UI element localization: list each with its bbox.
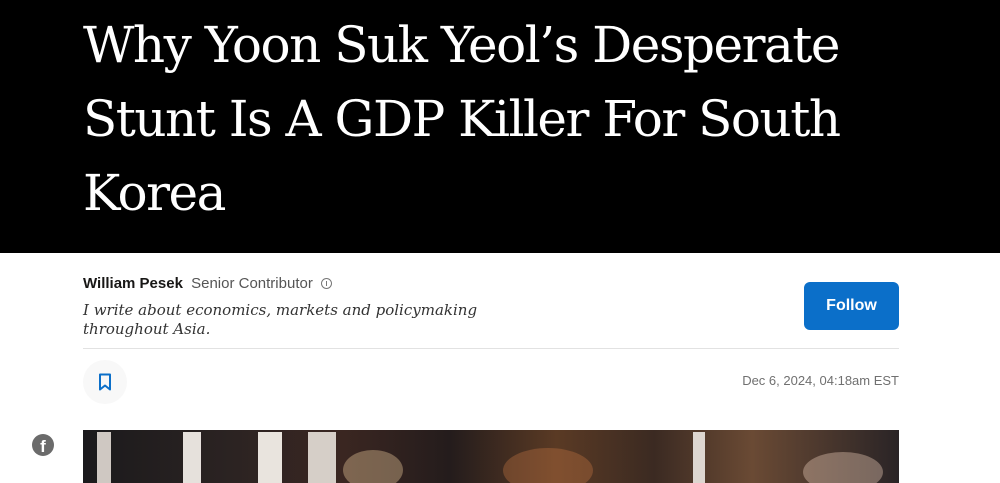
light-glow [343,450,403,483]
author-byline: William Pesek Senior Contributor [83,275,332,292]
bookmark-icon [99,373,111,391]
info-icon[interactable] [321,278,332,289]
flag-shape [308,432,336,483]
publish-timestamp: Dec 6, 2024, 04:18am EST [742,373,899,388]
bookmark-button[interactable] [83,360,127,404]
facebook-icon[interactable]: f [32,434,54,456]
author-name[interactable]: William Pesek [83,275,183,292]
author-bio: I write about economics, markets and pol… [83,301,478,338]
author-title: Senior Contributor [191,275,313,292]
article-hero-image [83,430,899,483]
flag-shape [693,432,705,483]
hero-banner: Why Yoon Suk Yeol’s Desperate Stunt Is A… [0,0,1000,253]
flag-shape [258,432,282,483]
flag-shape [183,432,201,483]
light-glow [803,452,883,483]
light-glow [503,448,593,483]
follow-button[interactable]: Follow [804,282,899,330]
divider [83,348,899,349]
article-headline: Why Yoon Suk Yeol’s Desperate Stunt Is A… [83,16,841,222]
flag-shape [97,432,111,483]
